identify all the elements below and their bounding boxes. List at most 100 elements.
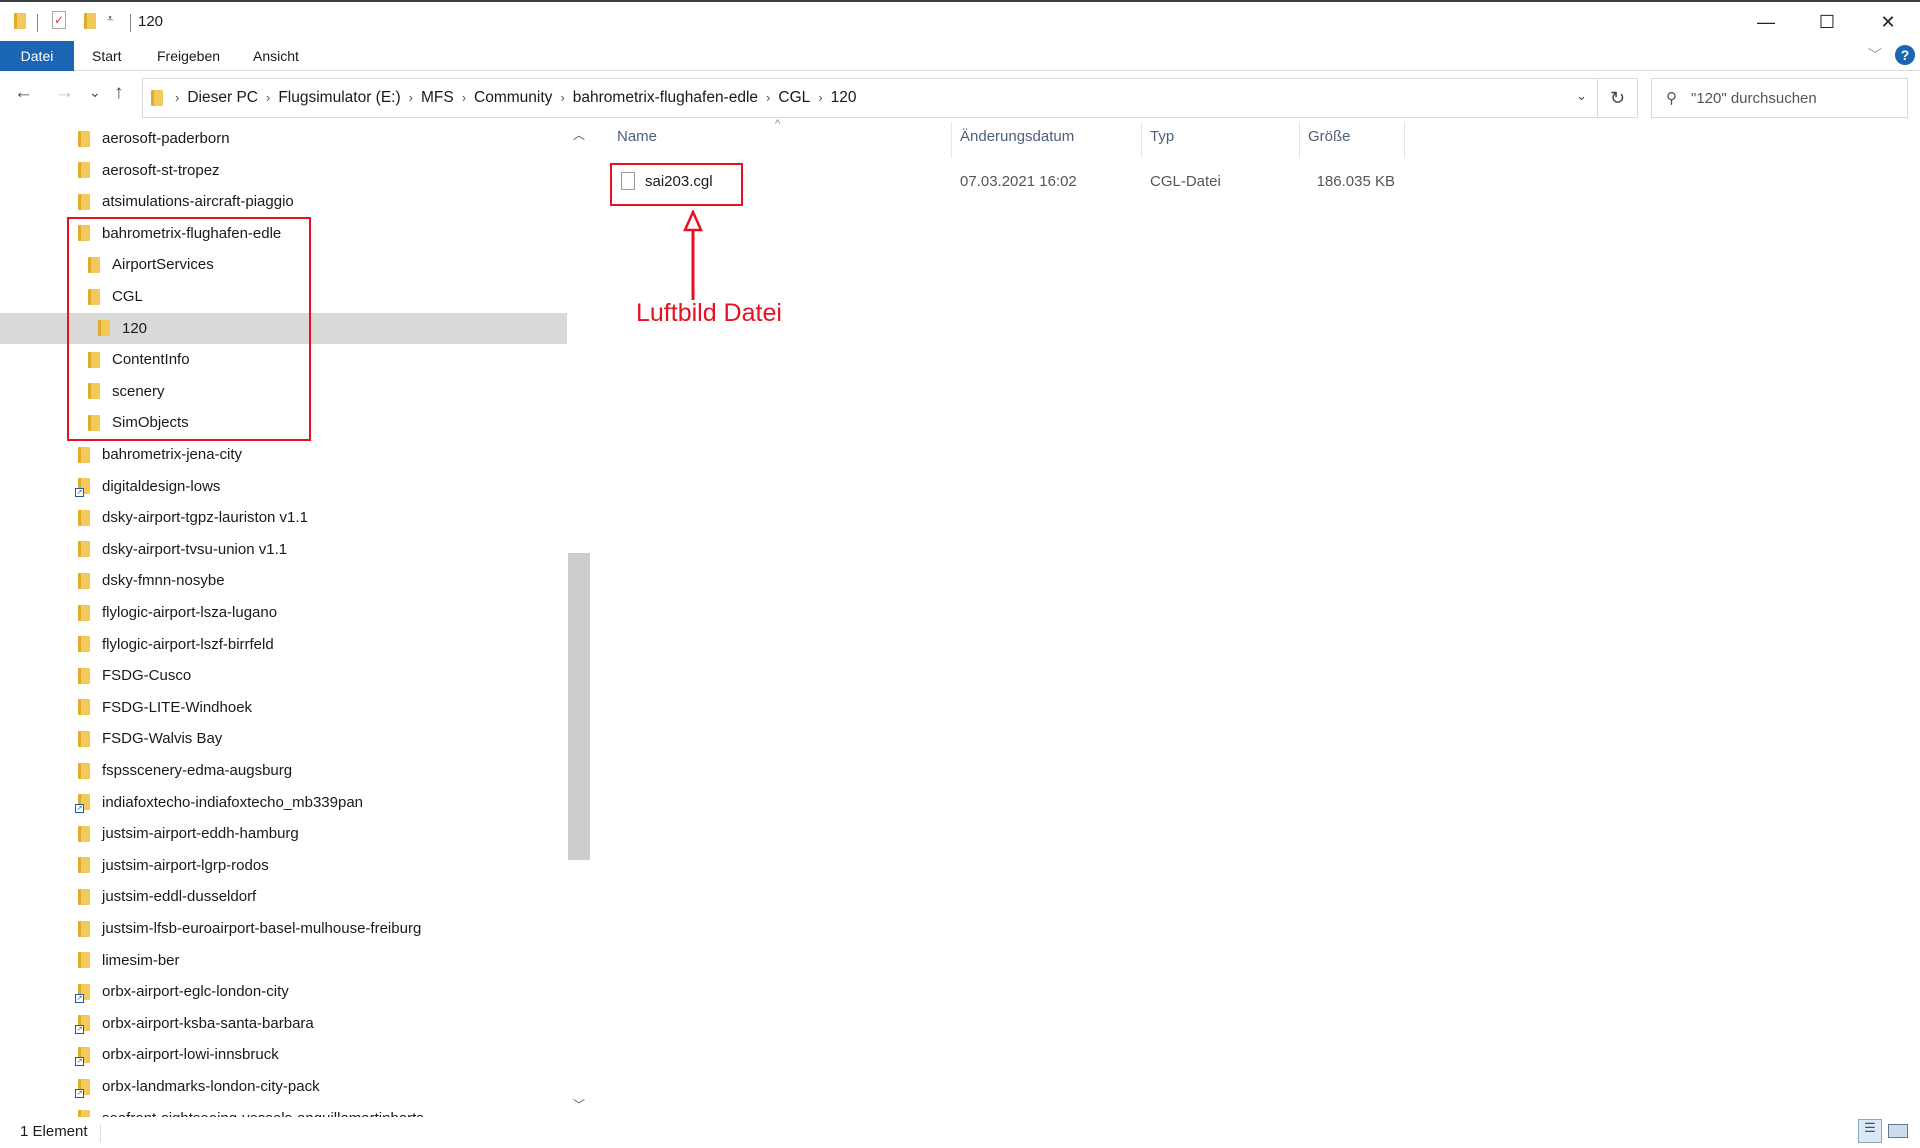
maximize-button[interactable]: ☐ — [1797, 2, 1857, 42]
navigation-bar: ← → ⌄ ↑ › Dieser PC › Flugsimulator (E:) › MF… — [0, 76, 1920, 118]
breadcrumb-item[interactable]: CGL — [778, 89, 810, 106]
tree-item[interactable]: atsimulations-aircraft-piaggio — [0, 186, 567, 217]
tree-item[interactable]: justsim-lfsb-euroairport-basel-mulhouse-… — [0, 913, 567, 944]
tree-item-label: justsim-eddl-dusseldorf — [102, 888, 257, 906]
tree-item-label: digitaldesign-lows — [102, 477, 221, 495]
tree-item[interactable]: dsky-airport-tvsu-union v1.1 — [0, 534, 567, 565]
tree-item[interactable]: flylogic-airport-lsza-lugano — [0, 597, 567, 628]
tree-item[interactable]: FSDG-LITE-Windhoek — [0, 692, 567, 723]
breadcrumb-item[interactable]: Dieser PC — [187, 89, 258, 106]
folder-icon — [78, 193, 96, 210]
scrollbar-thumb[interactable] — [568, 553, 590, 860]
new-folder-icon[interactable] — [84, 13, 96, 29]
tree-item[interactable]: flylogic-airport-lszf-birrfeld — [0, 629, 567, 660]
folder-icon — [78, 541, 96, 558]
folder-icon — [78, 667, 96, 684]
column-divider[interactable] — [1404, 122, 1405, 158]
properties-icon[interactable]: ✓ — [52, 11, 66, 29]
tree-item[interactable]: FSDG-Cusco — [0, 660, 567, 691]
column-divider[interactable] — [951, 122, 952, 158]
sort-ascending-icon: ^ — [775, 118, 781, 130]
tree-item[interactable]: ↗ digitaldesign-lows — [0, 471, 567, 502]
file-size: 186.035 KB — [1316, 173, 1395, 190]
tree-item[interactable]: justsim-airport-eddh-hamburg — [0, 818, 567, 849]
tree-item-label: FSDG-Walvis Bay — [102, 730, 223, 748]
tree-item-label: seafront-sightseeing-vessels-anguillamar… — [102, 1110, 424, 1117]
breadcrumb-item[interactable]: Community — [474, 89, 552, 106]
column-divider[interactable] — [1141, 122, 1142, 158]
scroll-down-icon[interactable]: ﹀ — [573, 1096, 585, 1113]
breadcrumb-item[interactable]: bahrometrix-flughafen-edle — [573, 89, 758, 106]
tree-item[interactable]: ↗ orbx-airport-lowi-innsbruck — [0, 1039, 567, 1070]
tree-item[interactable]: aerosoft-paderborn — [0, 123, 567, 154]
tree-item[interactable]: ↗ indiafoxtecho-indiafoxtecho_mb339pan — [0, 787, 567, 818]
chevron-right-icon[interactable]: › — [818, 90, 822, 105]
help-icon[interactable]: ? — [1895, 45, 1915, 65]
column-header-date[interactable]: Änderungsdatum — [960, 128, 1074, 145]
tree-item[interactable]: seafront-sightseeing-vessels-anguillamar… — [0, 1103, 567, 1117]
chevron-right-icon[interactable]: › — [266, 90, 270, 105]
divider — [37, 14, 38, 32]
recent-locations-button[interactable]: ⌄ — [89, 84, 101, 101]
back-button[interactable]: ← — [14, 82, 33, 104]
chevron-right-icon[interactable]: › — [462, 90, 466, 105]
tree-item[interactable]: limesim-ber — [0, 945, 567, 976]
minimize-button[interactable]: — — [1736, 2, 1796, 42]
folder-icon — [14, 13, 26, 29]
tree-item[interactable]: justsim-airport-lgrp-rodos — [0, 850, 567, 881]
breadcrumb-item[interactable]: 120 — [831, 89, 857, 106]
chevron-right-icon[interactable]: › — [175, 90, 179, 105]
tree-item-label: FSDG-Cusco — [102, 667, 192, 685]
large-icons-view-icon[interactable] — [1888, 1124, 1908, 1138]
tab-start[interactable]: Start — [78, 41, 136, 71]
tree-item[interactable]: ↗ orbx-landmarks-london-city-pack — [0, 1071, 567, 1102]
tree-item-label: dsky-fmnn-nosybe — [102, 572, 225, 590]
divider — [100, 1124, 101, 1142]
tree-item[interactable]: ↗ orbx-airport-ksba-santa-barbara — [0, 1008, 567, 1039]
breadcrumb-item[interactable]: MFS — [421, 89, 454, 106]
highlight-box-tree — [67, 217, 311, 441]
tree-item[interactable]: dsky-airport-tgpz-lauriston v1.1 — [0, 502, 567, 533]
details-view-icon[interactable]: ☰ — [1858, 1119, 1882, 1143]
folder-icon — [78, 509, 96, 526]
expand-ribbon-icon[interactable]: ﹀ — [1868, 45, 1882, 65]
search-icon: ⚲ — [1666, 90, 1677, 107]
tree-item[interactable]: dsky-fmnn-nosybe — [0, 565, 567, 596]
column-divider[interactable] — [1299, 122, 1300, 158]
chevron-right-icon[interactable]: › — [560, 90, 564, 105]
tree-item[interactable]: justsim-eddl-dusseldorf — [0, 881, 567, 912]
tree-item-label: aerosoft-paderborn — [102, 130, 230, 147]
tree-item[interactable]: bahrometrix-jena-city — [0, 439, 567, 470]
address-dropdown-icon[interactable]: ⌄ — [1576, 88, 1587, 104]
breadcrumb-item[interactable]: Flugsimulator (E:) — [278, 89, 400, 106]
chevron-right-icon[interactable]: › — [766, 90, 770, 105]
column-header-name[interactable]: Name — [617, 128, 657, 145]
tree-item-label: flylogic-airport-lszf-birrfeld — [102, 635, 274, 653]
close-button[interactable]: ✕ — [1858, 2, 1918, 42]
tree-item[interactable]: FSDG-Walvis Bay — [0, 723, 567, 754]
tab-datei[interactable]: Datei — [0, 41, 74, 71]
chevron-right-icon[interactable]: › — [409, 90, 413, 105]
refresh-button[interactable]: ↻ — [1598, 78, 1638, 118]
tree-item[interactable]: aerosoft-st-tropez — [0, 155, 567, 186]
tab-freigeben[interactable]: Freigeben — [143, 41, 234, 71]
customize-quick-access-icon[interactable]: ⩡ — [107, 13, 113, 26]
tree-item-label: aerosoft-st-tropez — [102, 161, 220, 179]
tree-item-label: justsim-airport-eddh-hamburg — [102, 825, 299, 843]
tree-item-label: atsimulations-aircraft-piaggio — [102, 193, 294, 211]
highlight-box-file — [610, 163, 743, 206]
forward-button[interactable]: → — [55, 82, 74, 104]
tab-ansicht[interactable]: Ansicht — [239, 41, 313, 71]
folder-icon — [78, 762, 96, 779]
scroll-up-icon[interactable]: ︿ — [573, 126, 585, 143]
tree-item[interactable]: ↗ orbx-airport-eglc-london-city — [0, 976, 567, 1007]
column-header-size[interactable]: Größe — [1308, 128, 1351, 145]
address-bar[interactable]: › Dieser PC › Flugsimulator (E:) › MFS › Commun… — [142, 78, 1598, 118]
window-title: 120 — [138, 13, 164, 30]
up-button[interactable]: ↑ — [114, 82, 124, 104]
column-header-type[interactable]: Typ — [1150, 128, 1174, 145]
tree-item[interactable]: fspsscenery-edma-augsburg — [0, 755, 567, 786]
shortcut-icon: ↗ — [75, 1088, 84, 1098]
search-input[interactable]: ⚲ "120" durchsuchen — [1651, 78, 1908, 118]
ribbon: Datei Start Freigeben Ansicht ﹀ ? — [0, 41, 1920, 71]
